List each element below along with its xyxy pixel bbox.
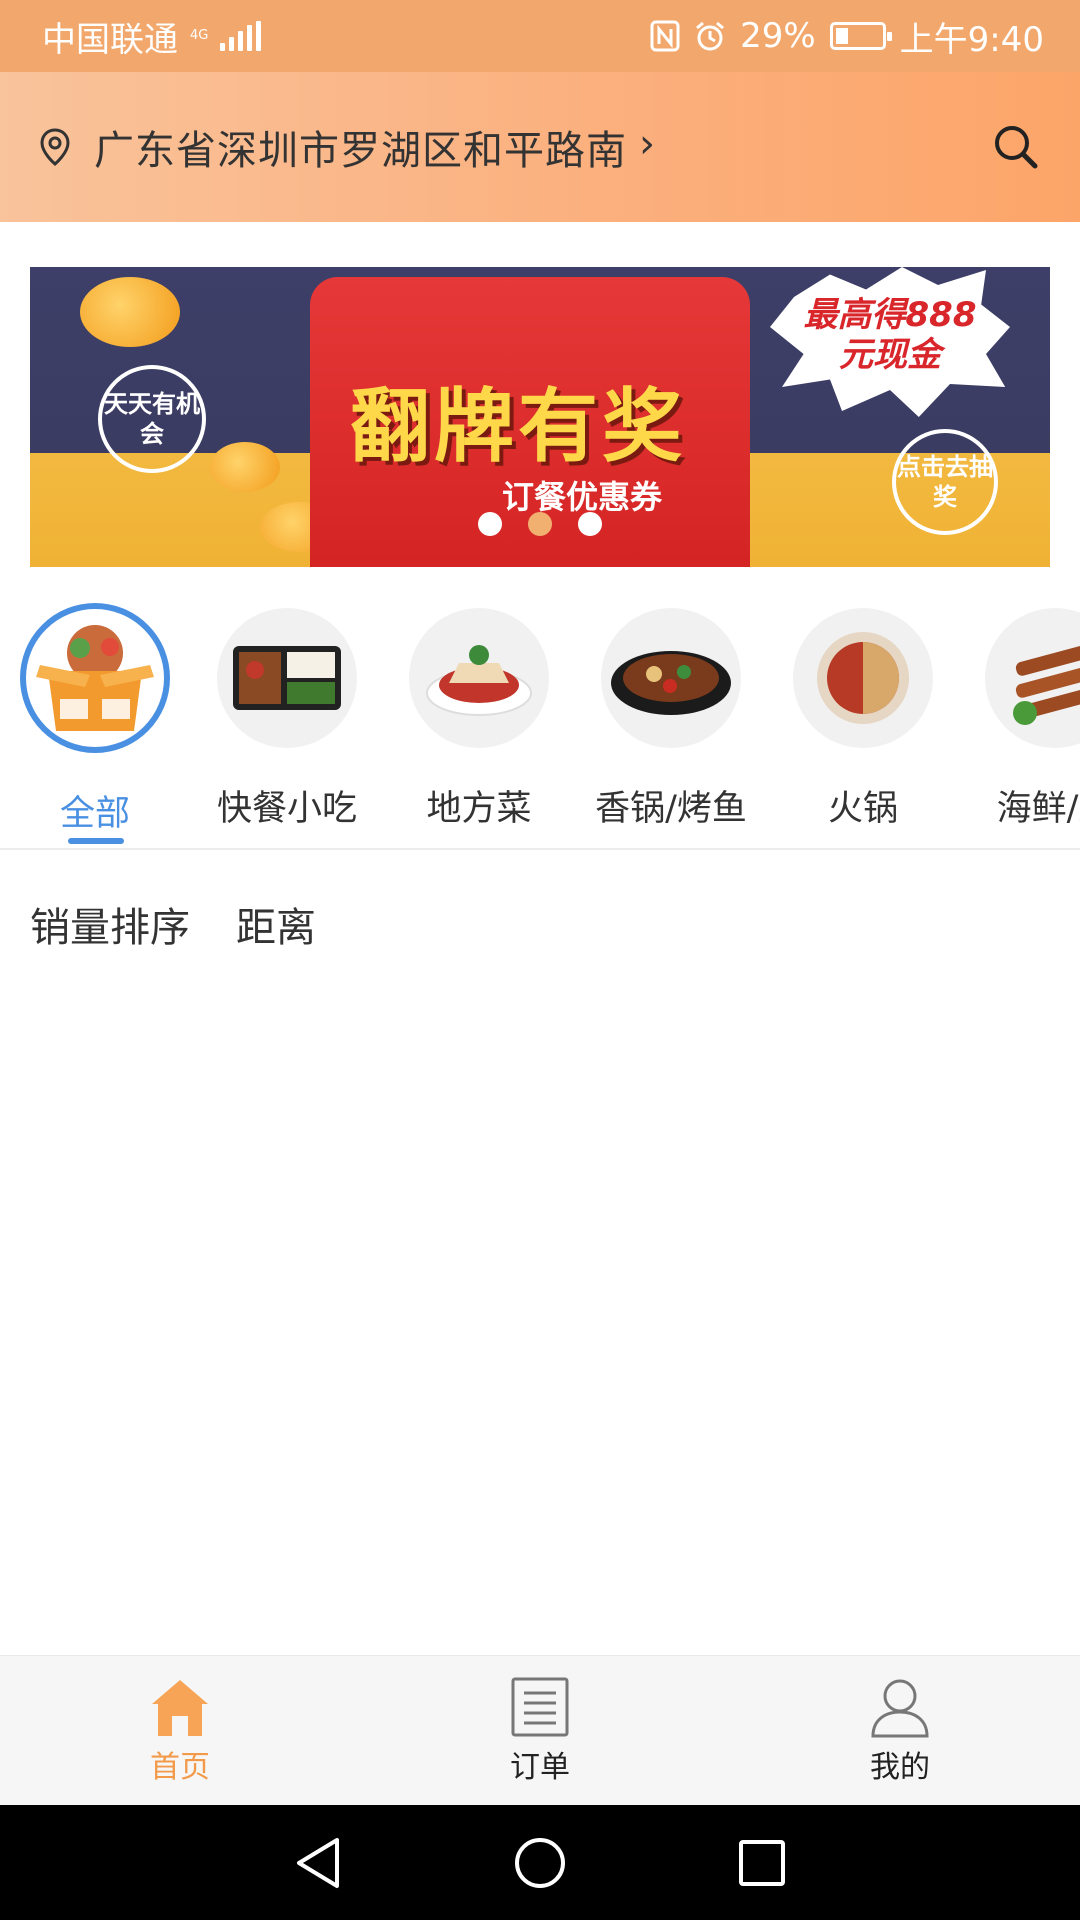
carousel-dot[interactable] bbox=[478, 512, 502, 536]
hotpot-icon bbox=[793, 608, 933, 748]
all-food-box-icon bbox=[20, 603, 170, 753]
category-spicy-pot[interactable]: 香锅/烤鱼 bbox=[586, 600, 756, 831]
carousel-dots bbox=[30, 512, 1050, 536]
category-hotpot[interactable]: 火锅 bbox=[778, 600, 948, 831]
category-local-dish[interactable]: 地方菜 bbox=[394, 600, 564, 831]
status-bar: 中国联通 4G 29% 上午9:40 bbox=[0, 0, 1080, 72]
status-right: 29% 上午9:40 bbox=[650, 12, 1044, 61]
battery-icon bbox=[829, 22, 892, 50]
address-text: 广东省深圳市罗湖区和平路南 bbox=[94, 128, 627, 174]
category-label: 火锅 bbox=[827, 789, 898, 829]
promo-banner[interactable]: 天天有机会 翻牌有奖 订餐优惠券 最高得888元现金 点击去抽奖 bbox=[30, 267, 1050, 567]
nav-mine-label: 我的 bbox=[870, 1749, 930, 1785]
location-header: 广东省深圳市罗湖区和平路南 › bbox=[0, 72, 1080, 222]
sort-by-sales[interactable]: 销量排序 bbox=[30, 895, 190, 953]
sort-by-distance[interactable]: 距离 bbox=[236, 895, 316, 953]
status-left: 中国联通 4G bbox=[42, 12, 262, 61]
back-icon[interactable] bbox=[293, 1836, 343, 1890]
category-label: 快餐小吃 bbox=[216, 789, 357, 829]
network-type: 4G bbox=[190, 28, 209, 43]
clock: 上午9:40 bbox=[899, 19, 1044, 60]
user-profile-icon bbox=[871, 1679, 929, 1737]
skewer-icon bbox=[985, 608, 1080, 748]
category-label: 海鲜/烧 bbox=[996, 789, 1080, 829]
nav-orders-label: 订单 bbox=[510, 1749, 570, 1785]
signal-icon bbox=[220, 21, 262, 51]
nfc-icon bbox=[650, 20, 680, 52]
location-pin-icon bbox=[40, 128, 70, 166]
burst-text: 最高得888元现金 bbox=[803, 295, 977, 375]
spicy-pot-icon bbox=[601, 608, 741, 748]
category-label: 香锅/烤鱼 bbox=[595, 789, 747, 829]
carrier-name: 中国联通 bbox=[42, 19, 178, 60]
badge-daily-chance: 天天有机会 bbox=[98, 365, 206, 473]
address-selector[interactable]: 广东省深圳市罗湖区和平路南 › bbox=[94, 118, 655, 176]
sort-bar: 销量排序 距离 bbox=[30, 895, 316, 953]
nav-home-label: 首页 bbox=[150, 1749, 210, 1785]
bento-box-icon bbox=[217, 608, 357, 748]
battery-percent: 29% bbox=[740, 16, 816, 56]
active-category-indicator bbox=[68, 838, 124, 844]
recents-square-icon[interactable] bbox=[737, 1838, 787, 1888]
coin-decoration bbox=[80, 277, 180, 347]
bottom-nav: 首页 订单 我的 bbox=[0, 1655, 1080, 1805]
alarm-icon bbox=[696, 21, 725, 51]
home-circle-icon[interactable] bbox=[513, 1836, 567, 1890]
coin-decoration bbox=[210, 442, 280, 492]
nav-mine[interactable]: 我的 bbox=[720, 1656, 1080, 1805]
orders-list-icon bbox=[511, 1677, 569, 1736]
carousel-dot[interactable] bbox=[578, 512, 602, 536]
nav-orders[interactable]: 订单 bbox=[360, 1656, 720, 1805]
carousel-dot-active[interactable] bbox=[528, 512, 552, 536]
home-icon bbox=[152, 1679, 208, 1736]
divider bbox=[0, 848, 1080, 850]
chevron-right-icon: › bbox=[639, 121, 655, 167]
category-fast-food[interactable]: 快餐小吃 bbox=[202, 600, 372, 831]
system-nav-bar bbox=[0, 1805, 1080, 1920]
category-label: 地方菜 bbox=[426, 789, 532, 829]
banner-title: 翻牌有奖 bbox=[350, 380, 686, 473]
nav-home[interactable]: 首页 bbox=[0, 1656, 360, 1805]
search-icon[interactable] bbox=[990, 121, 1042, 173]
category-seafood-bbq[interactable]: 海鲜/烧 bbox=[970, 600, 1080, 831]
category-scroller[interactable]: 全部 快餐小吃 地方菜 香锅/烤鱼 火锅 海鲜/ bbox=[0, 600, 1080, 848]
category-label: 全部 bbox=[59, 794, 130, 834]
local-dish-icon bbox=[409, 608, 549, 748]
category-all[interactable]: 全部 bbox=[10, 600, 180, 836]
